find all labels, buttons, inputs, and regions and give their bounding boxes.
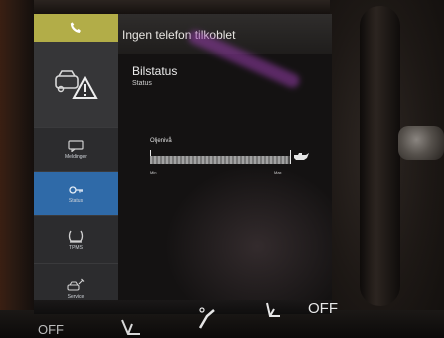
sidebar-item-messages[interactable]: Meldinger	[34, 128, 118, 172]
sidebar-item-car-status[interactable]	[34, 42, 118, 128]
screen-reflection	[164, 164, 332, 314]
page-subtitle: Status	[132, 80, 152, 87]
gauge-min-label: Min	[150, 170, 157, 175]
seat-heat-right-icon[interactable]	[262, 300, 284, 322]
sidebar-item-label: Status	[68, 197, 84, 204]
oil-can-icon	[294, 153, 309, 160]
screen-bezel-bottom	[0, 310, 444, 338]
right-temp-off[interactable]: OFF	[308, 300, 338, 317]
sidebar-item-tpms[interactable]: TPMS	[34, 216, 118, 264]
control-knob[interactable]	[398, 126, 444, 160]
message-icon	[68, 139, 84, 152]
left-temp-off[interactable]: OFF	[38, 322, 64, 337]
seat-heat-left-icon[interactable]	[118, 318, 144, 338]
oil-level-fill	[150, 156, 288, 164]
tire-pressure-icon	[68, 230, 84, 243]
oil-level-gauge	[150, 156, 290, 164]
infotainment-screen: Ingen telefon tilkoblet Meldinger Status…	[34, 14, 332, 314]
car-key-icon	[69, 185, 83, 194]
screen-bezel-left	[0, 0, 34, 338]
wrench-car-icon	[67, 278, 85, 291]
sidebar: Meldinger Status TPMS Service	[34, 42, 118, 314]
climate-bar	[34, 300, 332, 314]
sidebar-item-status[interactable]: Status	[34, 172, 118, 216]
phone-icon	[70, 22, 81, 33]
fan-icon[interactable]	[194, 302, 220, 332]
oil-level-label: Oljenivå	[150, 138, 172, 144]
air-vent	[360, 6, 400, 306]
gauge-max-marker	[290, 150, 291, 164]
car-warning-icon	[55, 69, 98, 99]
page-title: Bilstatus	[132, 64, 178, 78]
phone-tab[interactable]	[34, 14, 118, 42]
sidebar-item-label: TPMS	[69, 244, 83, 251]
sidebar-item-label: Meldinger	[65, 153, 87, 160]
sidebar-item-label: Service	[67, 293, 85, 300]
